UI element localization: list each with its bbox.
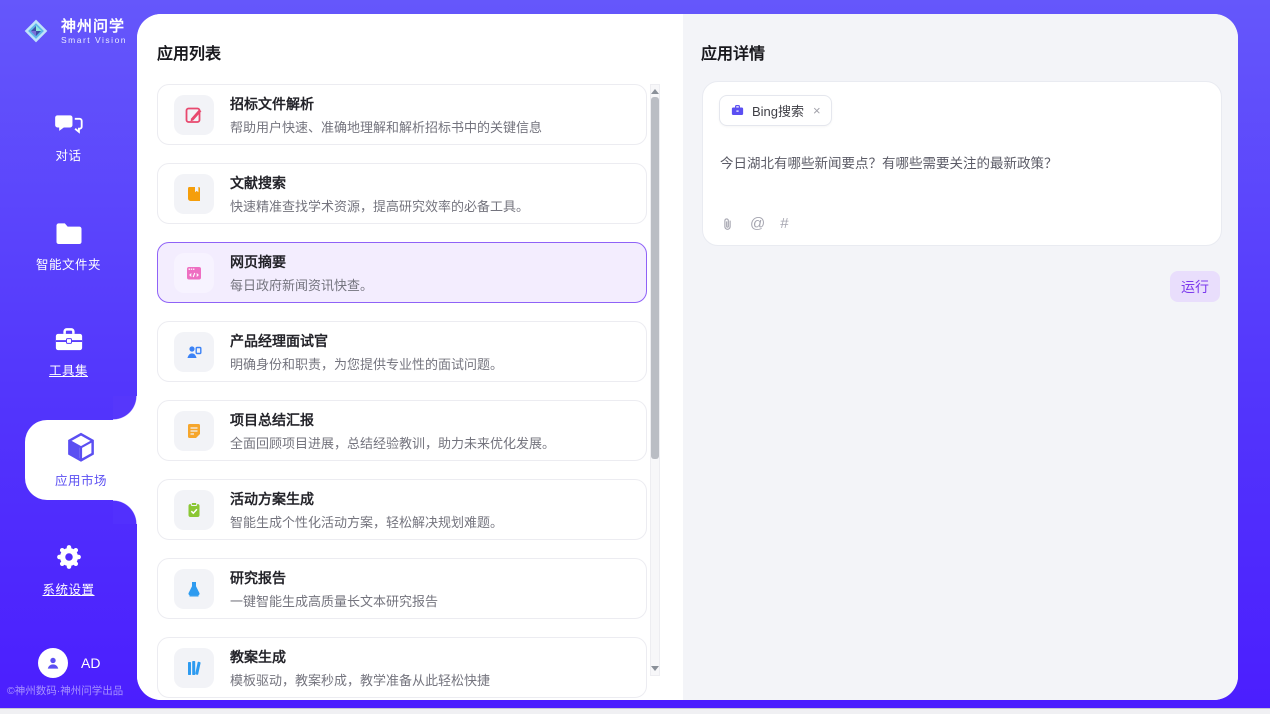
app-card-desc: 全面回顾项目进展，总结经验教训，助力未来优化发展。 bbox=[230, 433, 555, 452]
app-card-desc: 一键智能生成高质量长文本研究报告 bbox=[230, 591, 438, 610]
clipboard-check-icon bbox=[174, 490, 214, 530]
app-card-webpage-summary[interactable]: 网页摘要 每日政府新闻资讯快查。 bbox=[157, 242, 647, 303]
main-content: 应用列表 招标文件解析 帮助用户快速、准确地理解和解析招标书中的关键信息 bbox=[137, 14, 1238, 700]
app-card-research-report[interactable]: 研究报告 一键智能生成高质量长文本研究报告 bbox=[157, 558, 647, 619]
app-window: 应用列表 招标文件解析 帮助用户快速、准确地理解和解析招标书中的关键信息 bbox=[0, 0, 1270, 714]
research-icon bbox=[174, 569, 214, 609]
books-icon bbox=[174, 648, 214, 688]
composer-toolbar: @ # bbox=[720, 215, 789, 232]
sidebar-item-label: 对话 bbox=[55, 145, 81, 164]
app-card-name: 招标文件解析 bbox=[230, 94, 542, 114]
hashtag-icon[interactable]: # bbox=[780, 215, 788, 232]
tag-close-icon[interactable]: × bbox=[813, 104, 821, 117]
active-tab-curve bbox=[113, 500, 137, 524]
app-list-title: 应用列表 bbox=[157, 40, 221, 64]
briefcase-icon bbox=[730, 103, 745, 118]
webpage-code-icon bbox=[174, 253, 214, 293]
mention-icon[interactable]: @ bbox=[750, 215, 765, 232]
app-card-desc: 明确身份和职责，为您提供专业性的面试问题。 bbox=[230, 354, 503, 373]
brand-subtitle: Smart Vision bbox=[61, 35, 127, 45]
tool-tag-label: Bing搜索 bbox=[752, 101, 804, 120]
query-text[interactable]: 今日湖北有哪些新闻要点？有哪些需要关注的最新政策？ bbox=[720, 152, 1205, 172]
scroll-down-icon[interactable] bbox=[651, 666, 659, 671]
book-icon bbox=[174, 174, 214, 214]
sidebar-item-toolset[interactable]: 工具集 bbox=[0, 326, 137, 379]
memo-icon bbox=[174, 411, 214, 451]
sidebar-item-label: 系统设置 bbox=[42, 579, 94, 598]
chat-icon bbox=[54, 110, 84, 138]
toolbox-icon bbox=[54, 326, 84, 353]
sidebar-item-system-settings[interactable]: 系统设置 bbox=[0, 542, 137, 598]
sidebar-item-app-market[interactable]: 应用市场 bbox=[25, 420, 137, 500]
sidebar-item-label: 智能文件夹 bbox=[36, 254, 101, 273]
app-card-name: 项目总结汇报 bbox=[230, 410, 555, 430]
app-card-pm-interviewer[interactable]: 产品经理面试官 明确身份和职责，为您提供专业性的面试问题。 bbox=[157, 321, 647, 382]
avatar bbox=[38, 648, 68, 678]
logo-diamond-icon bbox=[18, 13, 54, 49]
app-card-bid-document-parsing[interactable]: 招标文件解析 帮助用户快速、准确地理解和解析招标书中的关键信息 bbox=[157, 84, 647, 145]
app-card-literature-search[interactable]: 文献搜索 快速精准查找学术资源，提高研究效率的必备工具。 bbox=[157, 163, 647, 224]
sidebar-item-chat[interactable]: 对话 bbox=[0, 110, 137, 164]
app-card-desc: 每日政府新闻资讯快查。 bbox=[230, 275, 373, 294]
active-tab-curve bbox=[113, 396, 137, 420]
user-name: AD bbox=[81, 655, 100, 671]
sidebar: 神州问学 Smart Vision 对话 智能文件夹 工具集 bbox=[0, 0, 137, 709]
app-list-panel: 应用列表 招标文件解析 帮助用户快速、准确地理解和解析招标书中的关键信息 bbox=[137, 14, 683, 700]
app-card-name: 活动方案生成 bbox=[230, 489, 503, 509]
app-card-event-plan-generator[interactable]: 活动方案生成 智能生成个性化活动方案，轻松解决规划难题。 bbox=[157, 479, 647, 540]
app-card-desc: 帮助用户快速、准确地理解和解析招标书中的关键信息 bbox=[230, 117, 542, 136]
app-card-lesson-plan-generator[interactable]: 教案生成 模板驱动，教案秒成，教学准备从此轻松快捷 bbox=[157, 637, 647, 698]
app-card-name: 网页摘要 bbox=[230, 252, 373, 272]
scrollbar-thumb[interactable] bbox=[651, 97, 659, 459]
app-list-scrollbar[interactable] bbox=[650, 84, 660, 676]
attachment-icon[interactable] bbox=[720, 216, 735, 232]
edit-document-icon bbox=[174, 95, 214, 135]
folder-icon bbox=[54, 221, 84, 247]
copyright-footer: ©神州数码·神州问学出品 bbox=[7, 683, 123, 698]
prompt-composer[interactable]: Bing搜索 × 今日湖北有哪些新闻要点？有哪些需要关注的最新政策？ @ # bbox=[702, 81, 1222, 246]
cube-icon bbox=[66, 432, 96, 464]
app-card-project-summary-report[interactable]: 项目总结汇报 全面回顾项目进展，总结经验教训，助力未来优化发展。 bbox=[157, 400, 647, 461]
sidebar-item-smart-folders[interactable]: 智能文件夹 bbox=[0, 221, 137, 273]
run-button[interactable]: 运行 bbox=[1170, 271, 1220, 302]
sidebar-item-label: 工具集 bbox=[49, 360, 88, 379]
app-card-name: 产品经理面试官 bbox=[230, 331, 503, 351]
brand-logo: 神州问学 Smart Vision bbox=[18, 13, 127, 49]
brand-name: 神州问学 bbox=[61, 18, 127, 35]
interviewer-icon bbox=[174, 332, 214, 372]
sidebar-item-label: 应用市场 bbox=[55, 470, 107, 489]
app-detail-panel: 应用详情 Bing搜索 × 今日湖北有哪些新闻要点？有哪些需要关注的最新政策？ … bbox=[683, 14, 1238, 700]
app-card-name: 文献搜索 bbox=[230, 173, 529, 193]
gear-icon bbox=[54, 542, 84, 572]
scroll-up-icon[interactable] bbox=[651, 89, 659, 94]
app-card-name: 研究报告 bbox=[230, 568, 438, 588]
tool-tag-bing-search[interactable]: Bing搜索 × bbox=[719, 95, 832, 126]
app-card-desc: 模板驱动，教案秒成，教学准备从此轻松快捷 bbox=[230, 670, 490, 689]
app-detail-title: 应用详情 bbox=[701, 40, 765, 64]
app-list: 招标文件解析 帮助用户快速、准确地理解和解析招标书中的关键信息 文献搜索 快速精… bbox=[157, 84, 647, 700]
user-account[interactable]: AD bbox=[38, 648, 100, 678]
app-card-desc: 快速精准查找学术资源，提高研究效率的必备工具。 bbox=[230, 196, 529, 215]
app-card-desc: 智能生成个性化活动方案，轻松解决规划难题。 bbox=[230, 512, 503, 531]
app-card-name: 教案生成 bbox=[230, 647, 490, 667]
